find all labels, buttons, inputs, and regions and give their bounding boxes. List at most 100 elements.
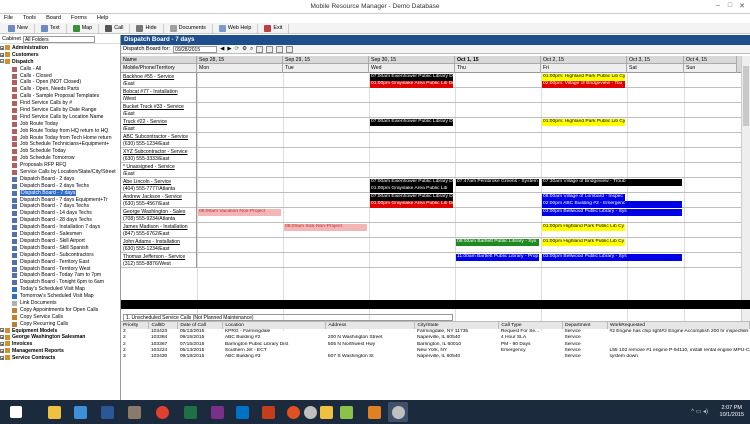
taskbar-app-button[interactable] [207,402,227,422]
menu-file[interactable]: File [4,14,13,23]
taskbar-app-button[interactable] [180,402,200,422]
menu-forms[interactable]: Forms [71,14,87,23]
appointment-block[interactable]: 01:00pm Grayslake Area Public Lib Di [370,201,453,208]
taskbar-app-button[interactable] [388,402,408,422]
board-button-1[interactable] [256,45,264,53]
tree-item[interactable]: Dispatch Board - Skill Spanish [0,245,120,252]
resource-name-cell[interactable]: Abe Lincoln - Service (404) 555-7777/Atla… [121,178,197,193]
resource-name-cell[interactable]: James Madison - Installation (847) 555-67… [121,223,197,238]
tree-item[interactable]: Calls - Sample Proposal Templates [0,93,120,100]
toolbar-button-documents[interactable]: Documents [164,23,213,33]
tree-item[interactable]: Dispatch Board - Salesmen [0,231,120,238]
appointment-block[interactable]: 03:00pm Bellwood Public Library - Sys [542,254,682,261]
resource-name-cell[interactable]: * Unassigned - Service/East [121,163,197,178]
folder-node[interactable]: + Customers [0,52,120,59]
resource-row[interactable]: James Madison - Installation (847) 555-67… [121,223,741,238]
tree-item[interactable]: Find Service Calls by # [0,100,120,107]
taskbar-app-button[interactable] [316,402,336,422]
appointment-block[interactable]: 02:00pm ABC Building #3 - Emergenc [542,201,682,208]
table-row[interactable]: 3 103430 09/18/2015 ABC Building #3 607 S Wa… [121,354,750,360]
tree-item[interactable]: Dispatch Board - 2 days Techs [0,183,120,190]
toolbar-button-call[interactable]: Call [99,23,131,33]
tree-item[interactable]: Today's Scheduled Visit Map [0,286,120,293]
resource-name-cell[interactable]: XYZ Subcontractor - Service (630) 555-333… [121,148,197,163]
appointment-block[interactable]: 07:00am Eisenhower Public Library Di [370,119,453,126]
board-scrollbar[interactable] [741,56,750,331]
expand-toggle-icon[interactable]: + [0,328,4,333]
resource-name[interactable]: XYZ Subcontractor - Service [123,149,194,156]
resource-name[interactable]: George Washington - Sales [123,209,194,216]
tree-item[interactable]: Job Schedule Tomorrow [0,155,120,162]
column-header[interactable]: CallID [148,322,179,329]
tree-item[interactable]: Copy Recurring Calls [0,321,120,328]
tree-item[interactable]: Dispatch Board - 14 days Techs [0,210,120,217]
tree-item[interactable]: Calls - Open (NOT Closed) [0,79,120,86]
taskbar-app-button[interactable] [152,402,172,422]
tree-item[interactable]: Copy Appointments for Open Calls [0,307,120,314]
appointment-block[interactable]: 11:00am Bartlett Public Library - Prop [456,254,539,261]
appointment-block[interactable]: 02:00pm: Village of Bridgeview - Tou [542,81,625,88]
resource-name-cell[interactable]: Backhoe #55 - Service/East [121,73,197,88]
resource-row[interactable]: Bucket Truck #33 - Service/East [121,103,741,118]
toolbar-button-web-help[interactable]: Web Help [213,23,259,33]
appointment-block[interactable]: 01:00pm Grayslake Area Public Lib Di [370,81,453,88]
tree-item[interactable]: Find Service Calls by Location Name [0,114,120,121]
tree-item[interactable]: Job Route Today from HQ return to HQ [0,128,120,135]
cabinet-select[interactable]: All Folders [22,35,95,43]
resource-row[interactable]: John Adams - Installation (630) 555-1234/… [121,238,741,253]
minimize-button[interactable]: – [712,2,724,9]
appointment-block[interactable]: 07:00am Eisenhower Public Library Di [370,74,453,81]
resource-row[interactable]: ABC Subcontractor - Service (630) 555-123… [121,133,741,148]
taskbar-app-button[interactable] [336,402,356,422]
taskbar-app-button[interactable] [44,402,64,422]
panel-splitter[interactable] [121,300,750,309]
resource-name[interactable]: James Madison - Installation [123,224,194,231]
column-header[interactable]: City/State [414,322,500,329]
tree-item[interactable]: Calls - Open, Needs Parts [0,86,120,93]
column-header[interactable]: Department [562,322,608,329]
appointment-block[interactable]: 08:00am Vacation Non-Project [198,209,281,216]
settings-icon[interactable]: ⚙ [242,46,247,52]
tree-item[interactable]: Calls - All [0,66,120,73]
expand-toggle-icon[interactable]: + [0,335,4,340]
resource-name-cell[interactable]: Thomas Jefferson - Service (312) 555-8876… [121,253,197,268]
appointment-block[interactable]: 07:00am Eisenhower Public Library Di [370,194,453,201]
folder-node[interactable]: + Administration [0,45,120,52]
resource-row[interactable]: Bobcat #77 - Installation/West [121,88,741,103]
folder-node[interactable]: + Equipment Models [0,328,120,335]
tree-item[interactable]: Proposals RFP RFQ [0,162,120,169]
appointment-block[interactable]: 08:00am Village of Lombard - Inspec [542,194,625,201]
tree-item[interactable]: Dispatch Board - Today 7am to 7pm [0,272,120,279]
scrollbar-thumb[interactable] [743,66,749,126]
tree-item[interactable]: Dispatch Board - Subcontractors [0,252,120,259]
tree-item[interactable]: Dispatch Board - Tonight 6pm to 6am [0,279,120,286]
system-clock[interactable]: 2:07 PM 10/1/2015 [720,405,744,419]
maximize-button[interactable]: □ [724,2,736,9]
date-prev-icon[interactable]: ◀ [220,46,224,52]
board-date-picker[interactable]: 09/28/2015 [173,45,218,53]
tree-item[interactable]: Calls - Closed [0,73,120,80]
menu-tools[interactable]: Tools [23,14,36,23]
expand-toggle-icon[interactable]: + [0,52,4,57]
resource-row[interactable]: * Unassigned - Service/East [121,163,741,178]
tray-icons[interactable]: ^ ▭ ◂) [691,408,708,415]
tree-item[interactable]: Dispatch Board - 7 days Equipment+Tr [0,197,120,204]
tree-item[interactable]: Find Service Calls by Date Range [0,107,120,114]
tree-item[interactable]: Dispatch Board - Skill Airport [0,238,120,245]
toolbar-button-new[interactable]: New [2,23,35,33]
appointment-block[interactable]: 08:00am Bartlett Public Library - Sys [456,239,539,246]
appointment-block[interactable]: 08:00am Sick Non-Project [284,224,367,231]
tree-item[interactable]: Link Documents [0,300,120,307]
resource-name-cell[interactable]: John Adams - Installation (630) 555-1234/… [121,238,197,253]
taskbar-app-button[interactable] [232,402,252,422]
resource-name-cell[interactable]: ABC Subcontractor - Service (630) 555-123… [121,133,197,148]
column-header[interactable]: Date of Call [177,322,224,329]
taskbar-app-button[interactable] [97,402,117,422]
tree-item[interactable]: Job Schedule Today [0,148,120,155]
date-next-icon[interactable]: ▶ [227,46,231,52]
column-header[interactable]: Location [222,322,327,329]
menu-help[interactable]: Help [97,14,109,23]
folder-node[interactable]: + Management Reports [0,348,120,355]
resource-name[interactable]: Bucket Truck #33 - Service [123,104,194,111]
toolbar-button-text[interactable]: Text [35,23,67,33]
